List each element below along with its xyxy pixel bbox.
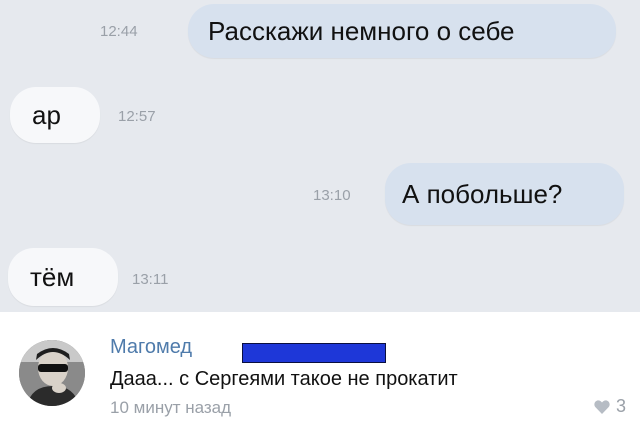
- incoming-message[interactable]: ар: [10, 87, 100, 143]
- comment: Магомед Дааа... с Сергеями такое не прок…: [0, 312, 640, 434]
- like-count: 3: [615, 396, 626, 416]
- message-text: А побольше?: [402, 179, 563, 209]
- comment-text: Дааа... с Сергеями такое не прокатит: [110, 368, 458, 390]
- comment-time: 10 минут назад: [110, 398, 232, 417]
- like-button[interactable]: 3: [594, 396, 626, 417]
- outgoing-message[interactable]: Расскажи немного о себе: [188, 4, 616, 58]
- avatar[interactable]: [19, 340, 85, 406]
- incoming-message[interactable]: тём: [8, 248, 118, 306]
- message-text: Расскажи немного о себе: [208, 16, 515, 46]
- message-text: тём: [30, 262, 75, 292]
- chat-area: 12:44 Расскажи немного о себе ар 12:57 1…: [0, 0, 640, 312]
- redaction-bar: [242, 343, 386, 363]
- heart-icon: [594, 399, 610, 414]
- message-time: 13:11: [132, 271, 169, 288]
- message-time: 12:44: [100, 23, 138, 40]
- message-time: 12:57: [118, 108, 156, 125]
- message-time: 13:10: [313, 187, 351, 204]
- message-text: ар: [32, 100, 61, 130]
- outgoing-message[interactable]: А побольше?: [385, 163, 624, 225]
- comment-author[interactable]: Магомед: [110, 336, 192, 359]
- user-avatar-icon: [19, 340, 85, 406]
